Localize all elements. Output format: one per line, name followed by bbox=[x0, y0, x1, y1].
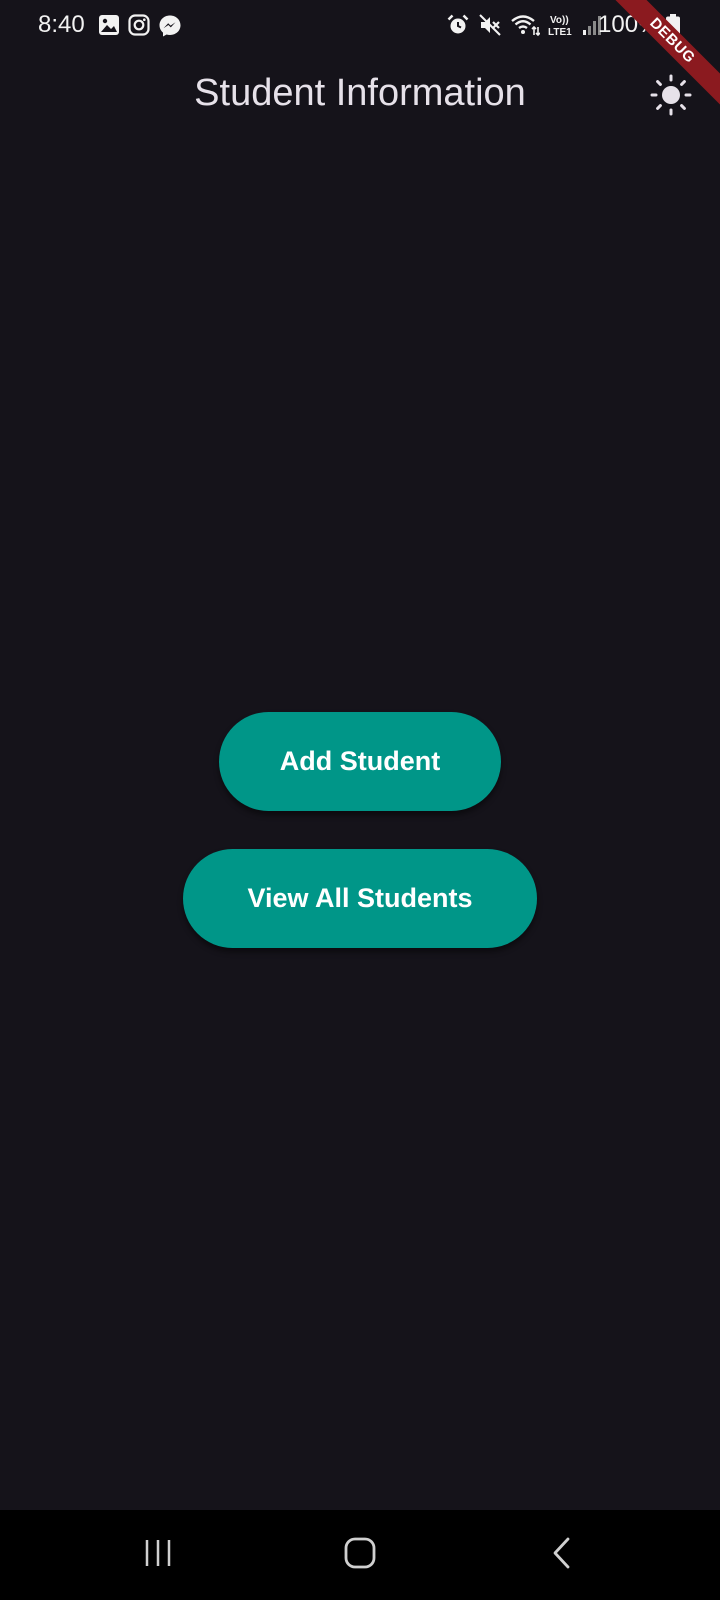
back-button[interactable] bbox=[532, 1530, 592, 1580]
view-all-students-button[interactable]: View All Students bbox=[183, 849, 537, 948]
mute-icon bbox=[478, 13, 502, 37]
screen: 8:40 Vo)) LTE1 100% DEBUG Student Inform… bbox=[0, 0, 720, 1600]
add-student-button[interactable]: Add Student bbox=[219, 712, 501, 811]
home-icon bbox=[343, 1536, 377, 1575]
app-bar: Student Information bbox=[0, 52, 720, 142]
messenger-icon bbox=[158, 14, 182, 38]
wifi-icon bbox=[510, 13, 540, 37]
recents-icon bbox=[142, 1538, 174, 1573]
status-time: 8:40 bbox=[38, 11, 85, 38]
gallery-icon bbox=[98, 14, 120, 38]
volte-lte-icon: Vo)) LTE1 bbox=[548, 13, 574, 37]
status-right-icons: Vo)) LTE1 bbox=[446, 13, 602, 37]
sun-icon bbox=[650, 74, 692, 121]
alarm-icon bbox=[446, 13, 470, 37]
battery-percent: 100% bbox=[598, 11, 660, 38]
theme-toggle-button[interactable] bbox=[648, 74, 694, 120]
recents-button[interactable] bbox=[128, 1530, 188, 1580]
svg-text:LTE1: LTE1 bbox=[548, 27, 572, 37]
home-button[interactable] bbox=[330, 1530, 390, 1580]
instagram-icon bbox=[128, 14, 150, 38]
svg-text:Vo)): Vo)) bbox=[550, 15, 569, 26]
status-left-icons bbox=[98, 14, 182, 38]
status-bar: 8:40 Vo)) LTE1 100% bbox=[0, 0, 720, 52]
back-icon bbox=[550, 1536, 574, 1575]
battery-icon bbox=[666, 14, 680, 43]
system-nav-bar bbox=[0, 1510, 720, 1600]
page-title: Student Information bbox=[194, 72, 526, 114]
